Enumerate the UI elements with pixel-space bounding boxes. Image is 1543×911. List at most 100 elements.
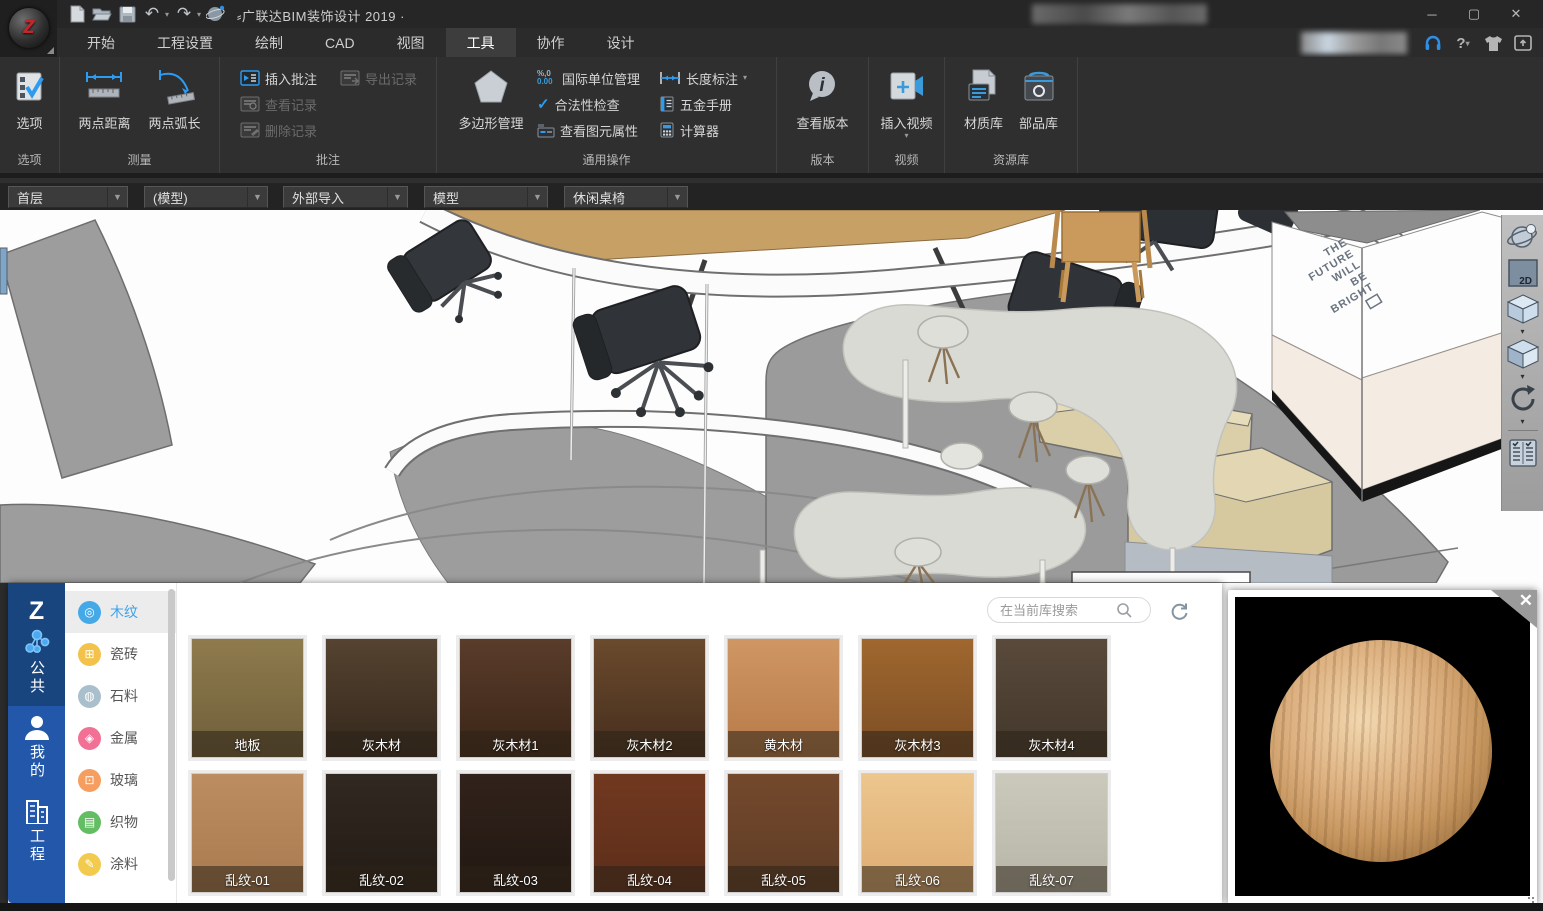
- preview-close-button[interactable]: ✕: [1519, 591, 1533, 611]
- face-view-button[interactable]: [1505, 336, 1541, 372]
- orbit-tool-button[interactable]: [1505, 219, 1541, 255]
- collapse-ribbon-button[interactable]: [1511, 31, 1535, 55]
- new-file-button[interactable]: [66, 3, 88, 25]
- material-card[interactable]: 灰木材2: [593, 638, 706, 758]
- panel-left-gap: [0, 583, 8, 903]
- refresh-library-button[interactable]: [1167, 599, 1191, 623]
- floor-select[interactable]: 首层▼: [8, 186, 128, 208]
- export-records-button[interactable]: 导出记录: [340, 67, 436, 89]
- category-wood[interactable]: ◎木纹: [65, 591, 176, 633]
- import-source-select[interactable]: 外部导入▼: [283, 186, 408, 208]
- view-version-button[interactable]: i 查看版本: [790, 63, 854, 134]
- 2d-view-button[interactable]: 2D: [1505, 255, 1541, 291]
- component-group-select[interactable]: 休闲桌椅▼: [564, 186, 688, 208]
- view-orbit-button[interactable]: [205, 3, 227, 25]
- library-tab-public[interactable]: Z 公共: [8, 583, 65, 706]
- redo-button[interactable]: ↷: [173, 3, 195, 25]
- tab-collaborate[interactable]: 协作: [516, 28, 586, 57]
- category-glass[interactable]: ⊡玻璃: [65, 759, 176, 801]
- window-title: ⸗广联达BIM装饰设计 2019 ·: [237, 6, 405, 25]
- material-card[interactable]: 灰木材: [325, 638, 438, 758]
- app-menu-button[interactable]: z: [0, 0, 57, 57]
- material-card[interactable]: 黄木材: [727, 638, 840, 758]
- tab-design[interactable]: 设计: [586, 28, 656, 57]
- viewport-canvas[interactable]: THE FUTURE WILL BE BRIGHT: [0, 210, 1543, 583]
- close-button[interactable]: ✕: [1495, 0, 1537, 28]
- calculator-button[interactable]: 计算器: [659, 119, 769, 141]
- preview-render-area[interactable]: [1235, 597, 1530, 896]
- ribbon-group-measure: 两点距离 两点弧长 测量: [60, 57, 220, 173]
- redo-dropdown-caret[interactable]: ▾: [197, 10, 201, 19]
- support-headset-button[interactable]: [1421, 31, 1445, 55]
- material-card[interactable]: 乱纹-06: [861, 773, 974, 893]
- minimize-button[interactable]: ─: [1411, 0, 1453, 28]
- category-tile[interactable]: ⊞瓷砖: [65, 633, 176, 675]
- view-records-button[interactable]: 查看记录: [240, 93, 340, 115]
- polygon-manage-button[interactable]: 多边形管理: [445, 63, 537, 134]
- iso-cube-icon: [1506, 293, 1540, 325]
- tab-cad[interactable]: CAD: [304, 28, 376, 57]
- view-element-props-button[interactable]: 查看图元属性: [537, 119, 659, 141]
- tab-start[interactable]: 开始: [66, 28, 136, 57]
- group-label-general: 通用操作: [437, 150, 776, 173]
- tab-draw[interactable]: 绘制: [234, 28, 304, 57]
- library-tab-mine[interactable]: 我的: [8, 706, 65, 790]
- help-button[interactable]: ?▾: [1451, 31, 1475, 55]
- material-card[interactable]: 乱纹-03: [459, 773, 572, 893]
- maximize-button[interactable]: ▢: [1453, 0, 1495, 28]
- material-card[interactable]: 灰木材4: [995, 638, 1108, 758]
- component-library-button[interactable]: 部品库: [1013, 63, 1064, 134]
- theme-button[interactable]: [1481, 31, 1505, 55]
- undo-dropdown-caret[interactable]: ▾: [165, 10, 169, 19]
- save-button[interactable]: [116, 3, 138, 25]
- rotate-view-button[interactable]: [1505, 381, 1541, 417]
- category-fabric[interactable]: ▤织物: [65, 801, 176, 843]
- version-info-icon: i: [802, 65, 842, 109]
- model-view-select[interactable]: (模型)▼: [144, 186, 268, 208]
- category-scrollbar[interactable]: [168, 589, 175, 881]
- material-card[interactable]: 乱纹-02: [325, 773, 438, 893]
- intl-units-button[interactable]: %,00.00 国际单位管理: [537, 67, 659, 89]
- undo-button[interactable]: ↶: [141, 3, 163, 25]
- tab-view[interactable]: 视图: [376, 28, 446, 57]
- chevron-down-icon: ▼: [667, 187, 687, 207]
- model-type-select[interactable]: 模型▼: [424, 186, 548, 208]
- material-card[interactable]: 灰木材1: [459, 638, 572, 758]
- material-card[interactable]: 地板: [191, 638, 304, 758]
- iso-view-button[interactable]: [1505, 291, 1541, 327]
- length-dim-button[interactable]: 长度标注 ▾: [659, 67, 769, 89]
- tab-project-settings[interactable]: 工程设置: [136, 28, 234, 57]
- open-file-button[interactable]: [91, 3, 113, 25]
- options-button[interactable]: 选项: [8, 63, 52, 134]
- options-checklist-icon: [14, 65, 46, 109]
- search-input[interactable]: [998, 602, 1116, 619]
- delete-records-button[interactable]: 删除记录: [240, 119, 340, 141]
- distance-icon: [81, 65, 127, 109]
- tab-tools[interactable]: 工具: [446, 28, 516, 57]
- material-card[interactable]: 乱纹-04: [593, 773, 706, 893]
- insert-annotation-button[interactable]: 插入批注: [240, 67, 340, 89]
- face-view-caret[interactable]: ▾: [1520, 372, 1524, 381]
- insert-video-caret[interactable]: ▾: [904, 132, 908, 140]
- material-card[interactable]: 乱纹-07: [995, 773, 1108, 893]
- material-card[interactable]: 乱纹-05: [727, 773, 840, 893]
- category-stone[interactable]: ◍石料: [65, 675, 176, 717]
- insert-video-button[interactable]: 插入视频 ▾: [874, 63, 938, 142]
- two-point-distance-button[interactable]: 两点距离: [72, 63, 136, 134]
- length-dim-caret[interactable]: ▾: [743, 74, 747, 82]
- component-library-icon: [1021, 65, 1057, 109]
- display-settings-button[interactable]: [1505, 435, 1541, 471]
- legality-check-button[interactable]: ✓ 合法性检查: [537, 93, 659, 115]
- material-library-button[interactable]: 材质库: [958, 63, 1009, 134]
- iso-view-caret[interactable]: ▾: [1520, 327, 1524, 336]
- library-tab-project[interactable]: 工程: [8, 790, 65, 874]
- rotate-view-caret[interactable]: ▾: [1520, 417, 1524, 426]
- search-icon[interactable]: [1116, 602, 1132, 618]
- hardware-handbook-button[interactable]: 五金手册: [659, 93, 769, 115]
- material-card[interactable]: 灰木材3: [861, 638, 974, 758]
- category-paint[interactable]: ✎涂料: [65, 843, 176, 885]
- category-metal[interactable]: ◈金属: [65, 717, 176, 759]
- material-card[interactable]: 乱纹-01: [191, 773, 304, 893]
- two-point-arc-button[interactable]: 两点弧长: [143, 63, 207, 134]
- group-label-resources: 资源库: [945, 150, 1077, 173]
